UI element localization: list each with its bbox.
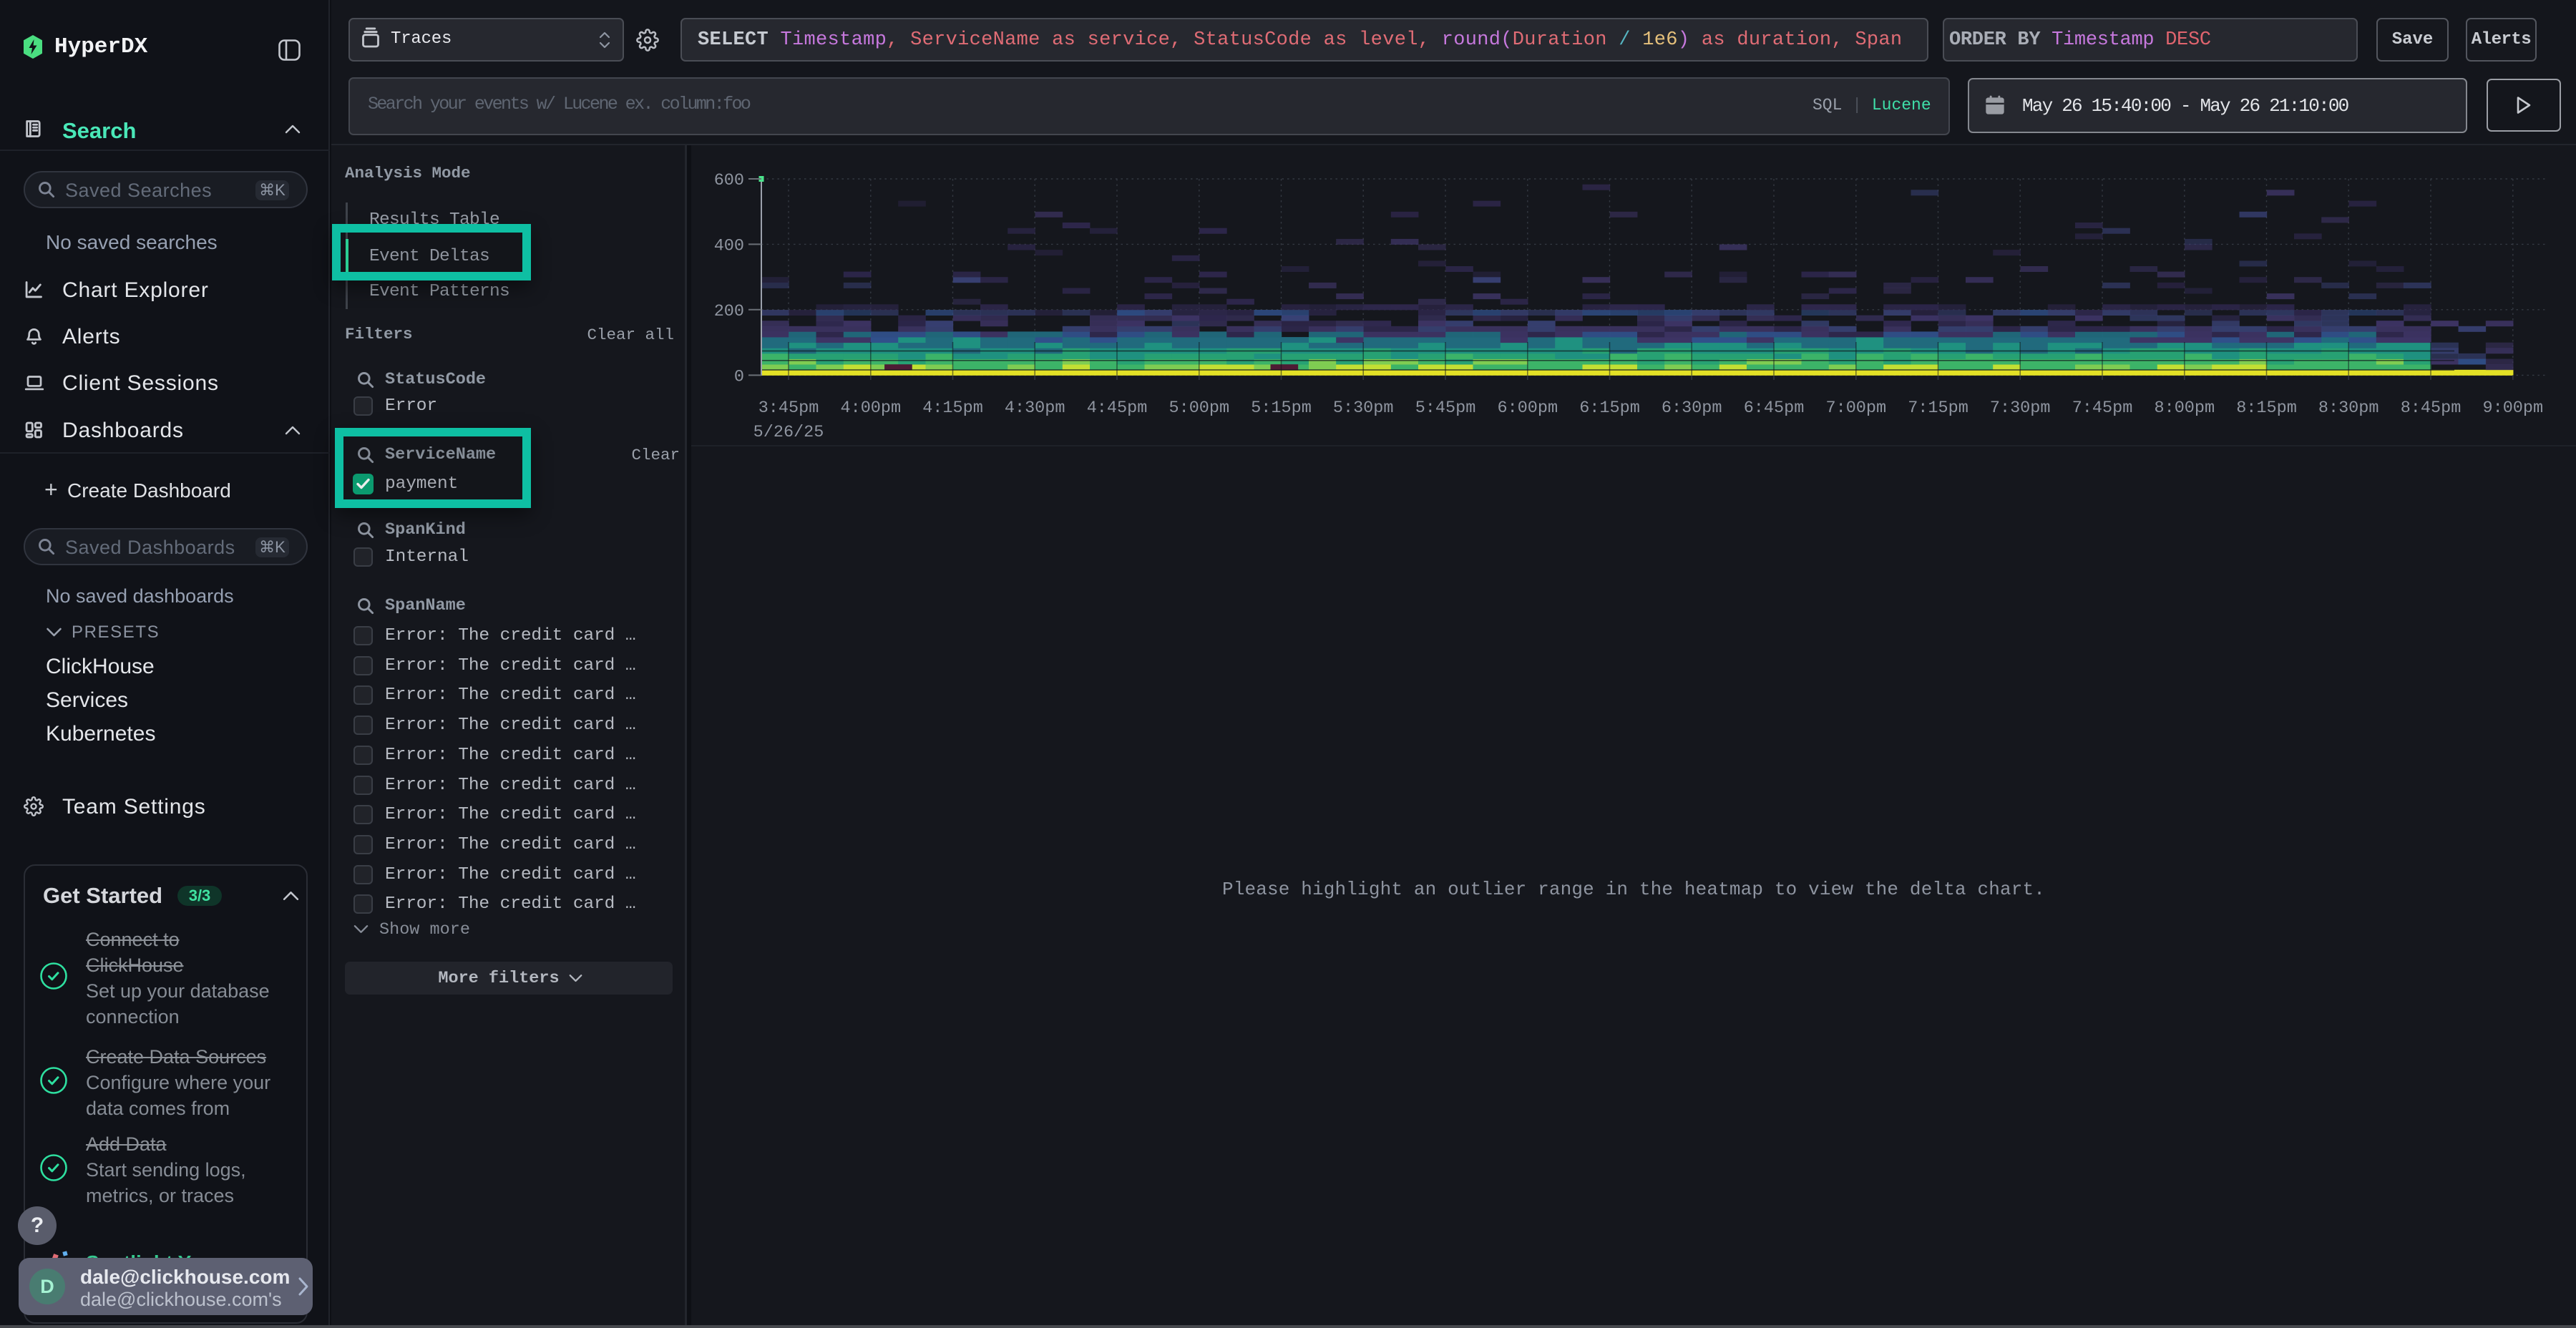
svg-text:7:15pm: 7:15pm — [1908, 399, 1968, 418]
svg-text:4:00pm: 4:00pm — [840, 399, 901, 418]
svg-text:5:30pm: 5:30pm — [1333, 399, 1394, 418]
svg-text:4:30pm: 4:30pm — [1005, 399, 1065, 418]
svg-text:5:00pm: 5:00pm — [1169, 399, 1229, 418]
svg-text:400: 400 — [714, 236, 744, 255]
svg-text:8:45pm: 8:45pm — [2401, 399, 2462, 418]
svg-text:4:45pm: 4:45pm — [1087, 399, 1148, 418]
svg-text:9:00pm: 9:00pm — [2482, 399, 2543, 418]
svg-text:7:45pm: 7:45pm — [2072, 399, 2133, 418]
svg-text:6:00pm: 6:00pm — [1497, 399, 1558, 418]
svg-text:6:45pm: 6:45pm — [1744, 399, 1805, 418]
svg-text:8:30pm: 8:30pm — [2318, 399, 2379, 418]
svg-text:7:30pm: 7:30pm — [1990, 399, 2051, 418]
svg-text:600: 600 — [714, 171, 744, 190]
svg-text:200: 200 — [714, 302, 744, 321]
svg-text:8:15pm: 8:15pm — [2236, 399, 2297, 418]
svg-text:7:00pm: 7:00pm — [1825, 399, 1886, 418]
svg-text:5/26/25: 5/26/25 — [753, 423, 824, 442]
svg-text:6:15pm: 6:15pm — [1579, 399, 1640, 418]
svg-text:6:30pm: 6:30pm — [1662, 399, 1722, 418]
svg-text:5:15pm: 5:15pm — [1251, 399, 1312, 418]
svg-text:5:45pm: 5:45pm — [1415, 399, 1476, 418]
svg-text:4:15pm: 4:15pm — [922, 399, 983, 418]
svg-text:0: 0 — [734, 367, 744, 386]
svg-text:8:00pm: 8:00pm — [2154, 399, 2215, 418]
svg-text:3:45pm: 3:45pm — [758, 399, 819, 418]
